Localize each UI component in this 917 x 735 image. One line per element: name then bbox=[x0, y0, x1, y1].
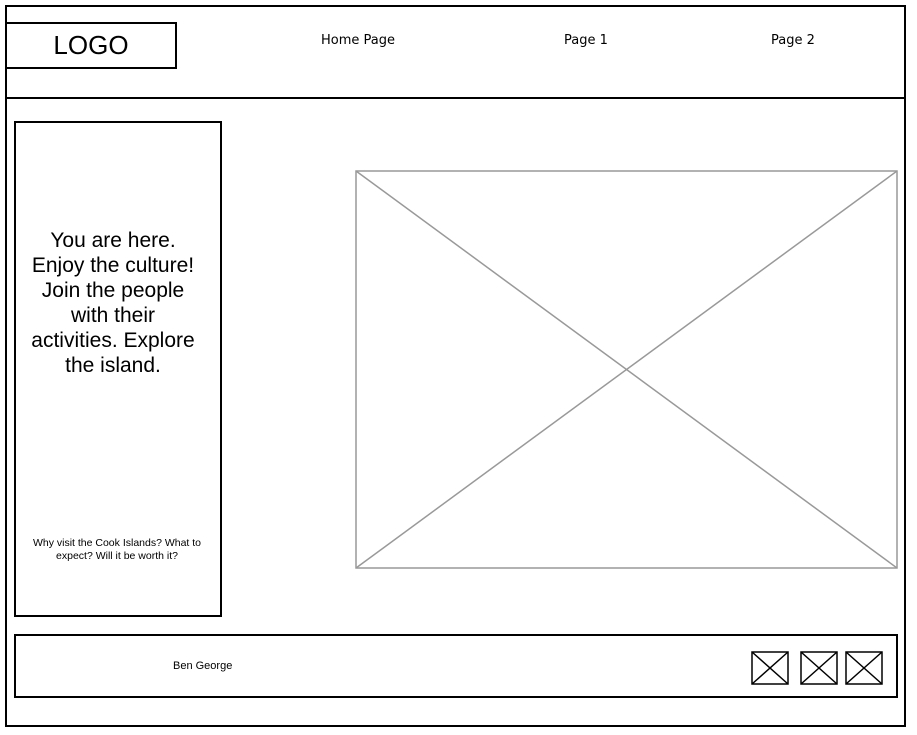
social-icon-1[interactable] bbox=[751, 651, 789, 685]
logo-text: LOGO bbox=[53, 30, 129, 60]
footer-author: Ben George bbox=[173, 660, 233, 672]
nav-page-2[interactable]: Page 2 bbox=[771, 33, 815, 48]
sidebar-question-text: Why visit the Cook Islands? What to expe… bbox=[32, 537, 202, 562]
social-icon-3[interactable] bbox=[845, 651, 883, 685]
sidebar-intro-text: You are here. Enjoy the culture! Join th… bbox=[31, 229, 195, 377]
header-divider bbox=[5, 97, 906, 99]
social-icon-2[interactable] bbox=[800, 651, 838, 685]
nav-home-page[interactable]: Home Page bbox=[321, 33, 395, 48]
nav-page-1[interactable]: Page 1 bbox=[564, 33, 608, 48]
logo[interactable]: LOGO bbox=[5, 22, 177, 69]
main-image-placeholder bbox=[355, 170, 898, 569]
